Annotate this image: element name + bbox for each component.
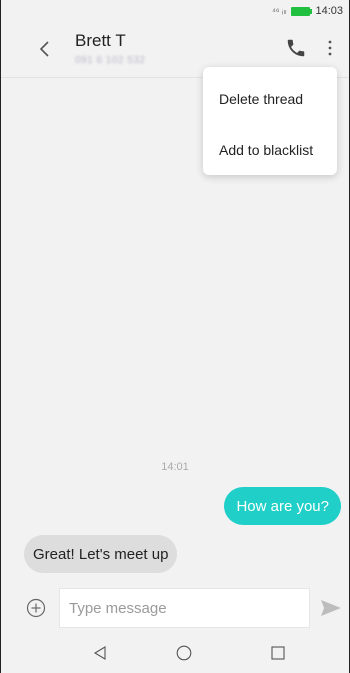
menu-item-delete-thread[interactable]: Delete thread [219, 91, 303, 107]
overflow-menu: Delete thread Add to blacklist [203, 67, 337, 175]
nav-home-icon[interactable] [176, 645, 192, 661]
nav-back-icon[interactable] [93, 646, 107, 660]
nav-recents-icon[interactable] [271, 646, 285, 660]
more-options-icon[interactable] [323, 37, 337, 59]
send-icon[interactable] [320, 599, 342, 617]
signal-icon: ⁴⁶ ᵢₗₗ [271, 5, 287, 16]
call-icon[interactable] [285, 36, 307, 60]
status-time: 14:03 [315, 5, 343, 17]
message-composer [1, 586, 349, 631]
add-icon[interactable] [26, 598, 46, 618]
contact-name: Brett T [75, 31, 126, 50]
navigation-bar [1, 631, 349, 673]
message-timestamp: 14:01 [161, 461, 189, 473]
contact-number: 091 6 102 532 [75, 55, 146, 66]
outgoing-message-bubble[interactable]: How are you? [224, 487, 341, 525]
incoming-message-bubble[interactable]: Great! Let's meet up [24, 535, 178, 573]
status-bar: ⁴⁶ ᵢₗₗ 14:03 [1, 0, 349, 22]
message-input[interactable] [59, 588, 310, 628]
back-icon[interactable] [35, 38, 55, 60]
battery-icon [291, 6, 313, 16]
menu-item-add-to-blacklist[interactable]: Add to blacklist [219, 142, 313, 158]
messaging-screen: ⁴⁶ ᵢₗₗ 14:03 Brett T 091 6 102 532 Delet… [0, 0, 350, 673]
